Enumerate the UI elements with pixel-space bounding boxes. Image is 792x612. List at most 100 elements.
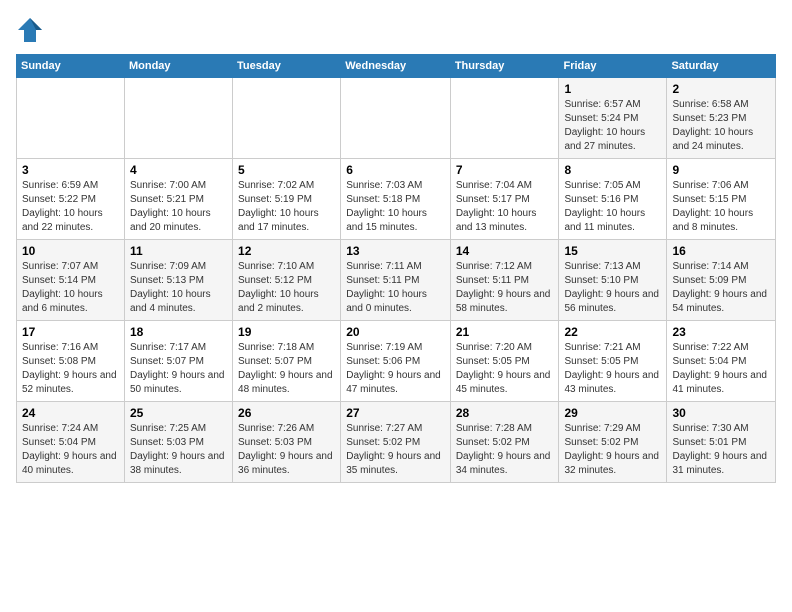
day-info: Sunrise: 7:29 AMSunset: 5:02 PMDaylight:… xyxy=(564,422,661,478)
day-number: 30 xyxy=(672,406,770,420)
calendar-cell: 7Sunrise: 7:04 AMSunset: 5:17 PMDaylight… xyxy=(450,159,559,240)
calendar-cell: 19 Sunrise: 7:18 AMSunset: 5:07 PMDayligh… xyxy=(233,321,341,402)
day-info: Sunrise: 7:03 AMSunset: 5:18 PMDaylight:… xyxy=(346,179,445,235)
day-number: 23 xyxy=(672,325,770,339)
day-info: Sunrise: 7:05 AMSunset: 5:16 PMDaylight:… xyxy=(564,179,661,235)
day-number: 12 xyxy=(238,244,335,258)
calendar-cell: 6 Sunrise: 7:03 AMSunset: 5:18 PMDaylight… xyxy=(341,159,451,240)
day-info: Sunrise: 7:12 AMSunset: 5:11 PMDaylight:… xyxy=(456,260,554,316)
calendar-cell xyxy=(341,78,451,159)
calendar-cell: 4 Sunrise: 7:00 AMSunset: 5:21 PMDaylight… xyxy=(124,159,232,240)
day-number: 3 xyxy=(22,163,119,177)
day-number: 26 xyxy=(238,406,335,420)
header-wednesday: Wednesday xyxy=(341,55,451,78)
day-number: 15 xyxy=(564,244,661,258)
day-info: Sunrise: 7:19 AMSunset: 5:06 PMDaylight:… xyxy=(346,341,445,397)
day-number: 13 xyxy=(346,244,445,258)
calendar-cell xyxy=(124,78,232,159)
day-info: Sunrise: 7:30 AMSunset: 5:01 PMDaylight:… xyxy=(672,422,770,478)
calendar-cell: 27 Sunrise: 7:27 AMSunset: 5:02 PMDayligh… xyxy=(341,402,451,483)
day-number: 28 xyxy=(456,406,554,420)
day-number: 1 xyxy=(564,82,661,96)
calendar-cell: 5Sunrise: 7:02 AMSunset: 5:19 PMDaylight… xyxy=(233,159,341,240)
day-info: Sunrise: 7:06 AMSunset: 5:15 PMDaylight:… xyxy=(672,179,770,235)
day-number: 19 xyxy=(238,325,335,339)
calendar-cell: 23 Sunrise: 7:22 AMSunset: 5:04 PMDayligh… xyxy=(667,321,776,402)
calendar-cell: 1 Sunrise: 6:57 AMSunset: 5:24 PMDaylight… xyxy=(559,78,667,159)
day-info: Sunrise: 7:13 AMSunset: 5:10 PMDaylight:… xyxy=(564,260,661,316)
day-info: Sunrise: 6:57 AMSunset: 5:24 PMDaylight:… xyxy=(564,98,661,154)
day-number: 4 xyxy=(130,163,227,177)
calendar-week-5: 24 Sunrise: 7:24 AMSunset: 5:04 PMDayligh… xyxy=(17,402,776,483)
day-number: 25 xyxy=(130,406,227,420)
calendar-cell: 8 Sunrise: 7:05 AMSunset: 5:16 PMDaylight… xyxy=(559,159,667,240)
day-number: 9 xyxy=(672,163,770,177)
day-info: Sunrise: 7:02 AMSunset: 5:19 PMDaylight:… xyxy=(238,179,335,235)
day-number: 22 xyxy=(564,325,661,339)
header-saturday: Saturday xyxy=(667,55,776,78)
calendar-cell xyxy=(450,78,559,159)
calendar-week-3: 10Sunrise: 7:07 AMSunset: 5:14 PMDayligh… xyxy=(17,240,776,321)
day-info: Sunrise: 7:18 AMSunset: 5:07 PMDaylight:… xyxy=(238,341,335,397)
calendar-cell: 24 Sunrise: 7:24 AMSunset: 5:04 PMDayligh… xyxy=(17,402,125,483)
calendar-cell: 14 Sunrise: 7:12 AMSunset: 5:11 PMDayligh… xyxy=(450,240,559,321)
calendar-cell: 30 Sunrise: 7:30 AMSunset: 5:01 PMDayligh… xyxy=(667,402,776,483)
calendar-cell: 9 Sunrise: 7:06 AMSunset: 5:15 PMDaylight… xyxy=(667,159,776,240)
day-info: Sunrise: 7:11 AMSunset: 5:11 PMDaylight:… xyxy=(346,260,445,316)
day-number: 29 xyxy=(564,406,661,420)
calendar-cell: 17 Sunrise: 7:16 AMSunset: 5:08 PMDayligh… xyxy=(17,321,125,402)
day-info: Sunrise: 6:59 AMSunset: 5:22 PMDaylight:… xyxy=(22,179,119,235)
calendar-week-1: 1 Sunrise: 6:57 AMSunset: 5:24 PMDaylight… xyxy=(17,78,776,159)
calendar-cell: 26Sunrise: 7:26 AMSunset: 5:03 PMDayligh… xyxy=(233,402,341,483)
header-monday: Monday xyxy=(124,55,232,78)
header-sunday: Sunday xyxy=(17,55,125,78)
calendar-cell: 29 Sunrise: 7:29 AMSunset: 5:02 PMDayligh… xyxy=(559,402,667,483)
logo xyxy=(16,16,48,44)
calendar-cell: 22Sunrise: 7:21 AMSunset: 5:05 PMDayligh… xyxy=(559,321,667,402)
day-info: Sunrise: 7:04 AMSunset: 5:17 PMDaylight:… xyxy=(456,179,554,235)
day-info: Sunrise: 7:22 AMSunset: 5:04 PMDaylight:… xyxy=(672,341,770,397)
day-info: Sunrise: 7:27 AMSunset: 5:02 PMDaylight:… xyxy=(346,422,445,478)
day-info: Sunrise: 7:25 AMSunset: 5:03 PMDaylight:… xyxy=(130,422,227,478)
day-info: Sunrise: 7:07 AMSunset: 5:14 PMDaylight:… xyxy=(22,260,119,316)
day-number: 24 xyxy=(22,406,119,420)
calendar-cell: 11Sunrise: 7:09 AMSunset: 5:13 PMDayligh… xyxy=(124,240,232,321)
day-number: 14 xyxy=(456,244,554,258)
day-number: 8 xyxy=(564,163,661,177)
calendar-cell: 13 Sunrise: 7:11 AMSunset: 5:11 PMDayligh… xyxy=(341,240,451,321)
day-number: 17 xyxy=(22,325,119,339)
logo-icon xyxy=(16,16,44,44)
day-number: 20 xyxy=(346,325,445,339)
calendar-cell: 18 Sunrise: 7:17 AMSunset: 5:07 PMDayligh… xyxy=(124,321,232,402)
day-number: 16 xyxy=(672,244,770,258)
day-number: 6 xyxy=(346,163,445,177)
day-info: Sunrise: 7:17 AMSunset: 5:07 PMDaylight:… xyxy=(130,341,227,397)
calendar-cell: 20 Sunrise: 7:19 AMSunset: 5:06 PMDayligh… xyxy=(341,321,451,402)
calendar-week-4: 17 Sunrise: 7:16 AMSunset: 5:08 PMDayligh… xyxy=(17,321,776,402)
calendar-week-2: 3 Sunrise: 6:59 AMSunset: 5:22 PMDaylight… xyxy=(17,159,776,240)
calendar-cell: 15 Sunrise: 7:13 AMSunset: 5:10 PMDayligh… xyxy=(559,240,667,321)
day-number: 21 xyxy=(456,325,554,339)
day-number: 27 xyxy=(346,406,445,420)
day-info: Sunrise: 7:10 AMSunset: 5:12 PMDaylight:… xyxy=(238,260,335,316)
day-info: Sunrise: 7:14 AMSunset: 5:09 PMDaylight:… xyxy=(672,260,770,316)
calendar-cell: 12 Sunrise: 7:10 AMSunset: 5:12 PMDayligh… xyxy=(233,240,341,321)
calendar: SundayMondayTuesdayWednesdayThursdayFrid… xyxy=(16,54,776,483)
day-info: Sunrise: 7:00 AMSunset: 5:21 PMDaylight:… xyxy=(130,179,227,235)
calendar-header-row: SundayMondayTuesdayWednesdayThursdayFrid… xyxy=(17,55,776,78)
calendar-cell: 2Sunrise: 6:58 AMSunset: 5:23 PMDaylight… xyxy=(667,78,776,159)
day-number: 18 xyxy=(130,325,227,339)
calendar-cell: 21Sunrise: 7:20 AMSunset: 5:05 PMDayligh… xyxy=(450,321,559,402)
calendar-cell xyxy=(17,78,125,159)
day-info: Sunrise: 6:58 AMSunset: 5:23 PMDaylight:… xyxy=(672,98,770,154)
day-info: Sunrise: 7:16 AMSunset: 5:08 PMDaylight:… xyxy=(22,341,119,397)
calendar-cell: 25 Sunrise: 7:25 AMSunset: 5:03 PMDayligh… xyxy=(124,402,232,483)
calendar-cell xyxy=(233,78,341,159)
calendar-cell: 10Sunrise: 7:07 AMSunset: 5:14 PMDayligh… xyxy=(17,240,125,321)
calendar-cell: 28 Sunrise: 7:28 AMSunset: 5:02 PMDayligh… xyxy=(450,402,559,483)
day-info: Sunrise: 7:24 AMSunset: 5:04 PMDaylight:… xyxy=(22,422,119,478)
header-friday: Friday xyxy=(559,55,667,78)
day-info: Sunrise: 7:28 AMSunset: 5:02 PMDaylight:… xyxy=(456,422,554,478)
calendar-cell: 3 Sunrise: 6:59 AMSunset: 5:22 PMDaylight… xyxy=(17,159,125,240)
calendar-cell: 16 Sunrise: 7:14 AMSunset: 5:09 PMDayligh… xyxy=(667,240,776,321)
